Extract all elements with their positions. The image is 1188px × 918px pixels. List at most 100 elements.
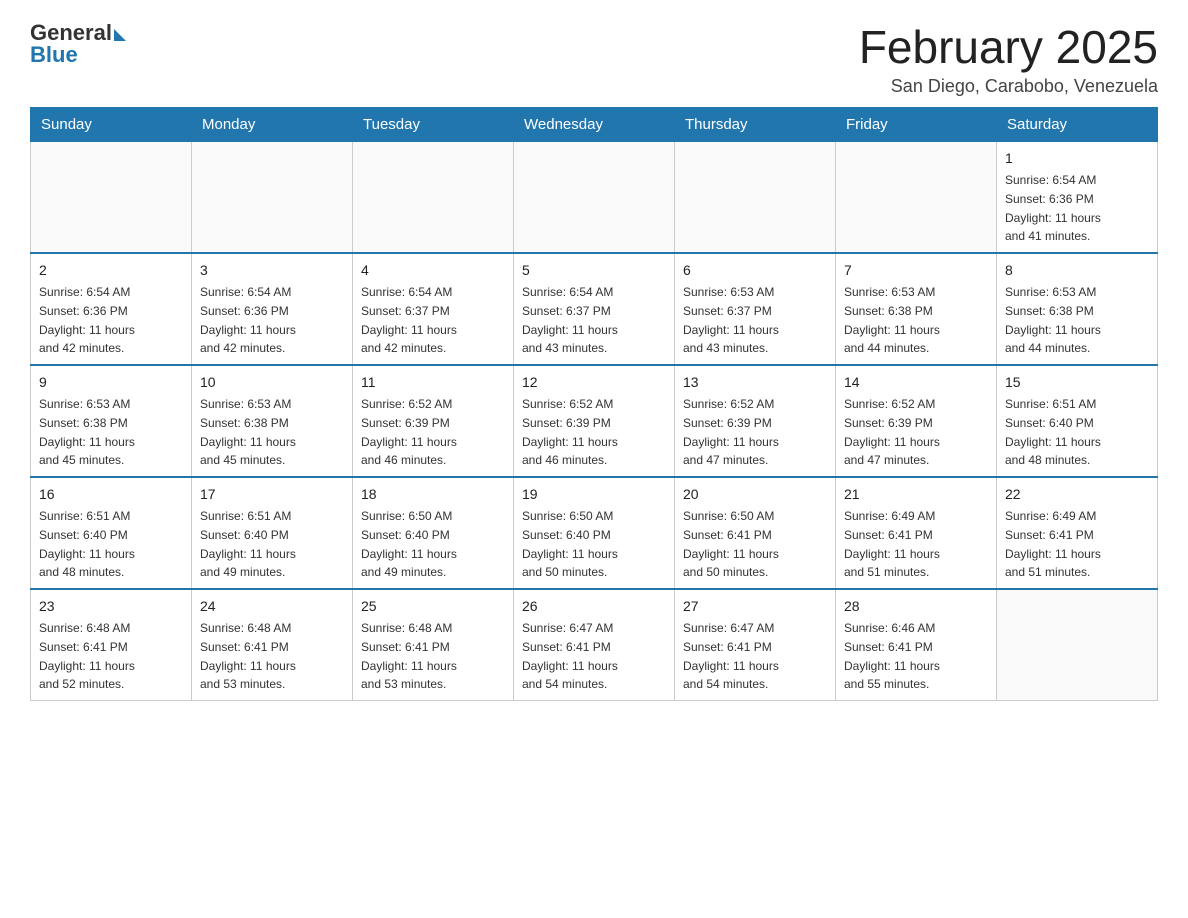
weekday-header-tuesday: Tuesday <box>353 108 514 142</box>
calendar-week-row: 23Sunrise: 6:48 AM Sunset: 6:41 PM Dayli… <box>31 589 1158 701</box>
calendar-day-cell: 15 Sunrise: 6:51 AM Sunset: 6:40 PM Dayli… <box>997 365 1158 477</box>
calendar-week-row: 9Sunrise: 6:53 AM Sunset: 6:38 PM Daylig… <box>31 365 1158 477</box>
calendar-day-cell <box>836 142 997 254</box>
day-number: 20 <box>683 484 827 505</box>
logo: General Blue <box>30 20 126 68</box>
calendar-day-cell: 16 Sunrise: 6:51 AM Sunset: 6:40 PM Dayli… <box>31 477 192 589</box>
calendar-day-cell: 28 Sunrise: 6:46 AM Sunset: 6:41 PM Dayli… <box>836 589 997 701</box>
day-info: Sunrise: 6:47 AM Sunset: 6:41 PM Dayligh… <box>522 621 618 691</box>
day-info: Sunrise: 6:52 AM Sunset: 6:39 PM Dayligh… <box>844 397 940 467</box>
day-number: 28 <box>844 596 988 617</box>
day-info: Sunrise: 6:53 AM Sunset: 6:38 PM Dayligh… <box>200 397 296 467</box>
day-info: Sunrise: 6:54 AM Sunset: 6:37 PM Dayligh… <box>522 285 618 355</box>
day-info: Sunrise: 6:53 AM Sunset: 6:37 PM Dayligh… <box>683 285 779 355</box>
day-number: 7 <box>844 260 988 281</box>
day-number: 15 <box>1005 372 1149 393</box>
calendar-day-cell <box>192 142 353 254</box>
calendar-day-cell: 25 Sunrise: 6:48 AM Sunset: 6:41 PM Dayli… <box>353 589 514 701</box>
calendar-day-cell: 26 Sunrise: 6:47 AM Sunset: 6:41 PM Dayli… <box>514 589 675 701</box>
day-info: Sunrise: 6:48 AM Sunset: 6:41 PM Dayligh… <box>200 621 296 691</box>
calendar-day-cell: 17 Sunrise: 6:51 AM Sunset: 6:40 PM Dayli… <box>192 477 353 589</box>
day-info: Sunrise: 6:54 AM Sunset: 6:36 PM Dayligh… <box>39 285 135 355</box>
calendar-day-cell: 2 Sunrise: 6:54 AM Sunset: 6:36 PM Daylig… <box>31 253 192 365</box>
title-area: February 2025 San Diego, Carabobo, Venez… <box>859 20 1158 97</box>
day-info: Sunrise: 6:51 AM Sunset: 6:40 PM Dayligh… <box>200 509 296 579</box>
calendar-day-cell: 22 Sunrise: 6:49 AM Sunset: 6:41 PM Dayli… <box>997 477 1158 589</box>
day-info: Sunrise: 6:51 AM Sunset: 6:40 PM Dayligh… <box>1005 397 1101 467</box>
day-info: Sunrise: 6:48 AM Sunset: 6:41 PM Dayligh… <box>361 621 457 691</box>
day-number: 11 <box>361 372 505 393</box>
day-number: 22 <box>1005 484 1149 505</box>
calendar-day-cell: 19Sunrise: 6:50 AM Sunset: 6:40 PM Dayli… <box>514 477 675 589</box>
day-number: 24 <box>200 596 344 617</box>
calendar-day-cell: 7 Sunrise: 6:53 AM Sunset: 6:38 PM Daylig… <box>836 253 997 365</box>
day-info: Sunrise: 6:52 AM Sunset: 6:39 PM Dayligh… <box>683 397 779 467</box>
calendar-day-cell: 4 Sunrise: 6:54 AM Sunset: 6:37 PM Daylig… <box>353 253 514 365</box>
calendar-day-cell <box>353 142 514 254</box>
day-number: 27 <box>683 596 827 617</box>
weekday-header-thursday: Thursday <box>675 108 836 142</box>
day-info: Sunrise: 6:46 AM Sunset: 6:41 PM Dayligh… <box>844 621 940 691</box>
day-info: Sunrise: 6:53 AM Sunset: 6:38 PM Dayligh… <box>844 285 940 355</box>
calendar-day-cell: 18 Sunrise: 6:50 AM Sunset: 6:40 PM Dayli… <box>353 477 514 589</box>
calendar-day-cell <box>514 142 675 254</box>
calendar-day-cell: 1Sunrise: 6:54 AM Sunset: 6:36 PM Daylig… <box>997 142 1158 254</box>
calendar-week-row: 2 Sunrise: 6:54 AM Sunset: 6:36 PM Daylig… <box>31 253 1158 365</box>
location-title: San Diego, Carabobo, Venezuela <box>859 76 1158 97</box>
day-number: 12 <box>522 372 666 393</box>
calendar-day-cell: 9Sunrise: 6:53 AM Sunset: 6:38 PM Daylig… <box>31 365 192 477</box>
day-info: Sunrise: 6:50 AM Sunset: 6:41 PM Dayligh… <box>683 509 779 579</box>
day-info: Sunrise: 6:49 AM Sunset: 6:41 PM Dayligh… <box>844 509 940 579</box>
calendar-day-cell <box>675 142 836 254</box>
day-info: Sunrise: 6:54 AM Sunset: 6:36 PM Dayligh… <box>200 285 296 355</box>
day-number: 2 <box>39 260 183 281</box>
calendar-week-row: 16 Sunrise: 6:51 AM Sunset: 6:40 PM Dayli… <box>31 477 1158 589</box>
calendar-day-cell <box>31 142 192 254</box>
day-info: Sunrise: 6:53 AM Sunset: 6:38 PM Dayligh… <box>39 397 135 467</box>
calendar-week-row: 1Sunrise: 6:54 AM Sunset: 6:36 PM Daylig… <box>31 142 1158 254</box>
day-number: 26 <box>522 596 666 617</box>
day-info: Sunrise: 6:47 AM Sunset: 6:41 PM Dayligh… <box>683 621 779 691</box>
calendar-day-cell: 3 Sunrise: 6:54 AM Sunset: 6:36 PM Daylig… <box>192 253 353 365</box>
day-number: 6 <box>683 260 827 281</box>
day-info: Sunrise: 6:51 AM Sunset: 6:40 PM Dayligh… <box>39 509 135 579</box>
day-number: 18 <box>361 484 505 505</box>
day-number: 13 <box>683 372 827 393</box>
weekday-header-saturday: Saturday <box>997 108 1158 142</box>
calendar-day-cell: 8 Sunrise: 6:53 AM Sunset: 6:38 PM Daylig… <box>997 253 1158 365</box>
day-info: Sunrise: 6:52 AM Sunset: 6:39 PM Dayligh… <box>522 397 618 467</box>
day-number: 8 <box>1005 260 1149 281</box>
day-number: 17 <box>200 484 344 505</box>
day-info: Sunrise: 6:49 AM Sunset: 6:41 PM Dayligh… <box>1005 509 1101 579</box>
calendar-table: SundayMondayTuesdayWednesdayThursdayFrid… <box>30 107 1158 701</box>
weekday-header-sunday: Sunday <box>31 108 192 142</box>
calendar-day-cell: 6 Sunrise: 6:53 AM Sunset: 6:37 PM Daylig… <box>675 253 836 365</box>
day-number: 3 <box>200 260 344 281</box>
day-info: Sunrise: 6:53 AM Sunset: 6:38 PM Dayligh… <box>1005 285 1101 355</box>
calendar-day-cell: 11 Sunrise: 6:52 AM Sunset: 6:39 PM Dayli… <box>353 365 514 477</box>
logo-arrow-icon <box>114 29 126 41</box>
calendar-day-cell: 10Sunrise: 6:53 AM Sunset: 6:38 PM Dayli… <box>192 365 353 477</box>
day-number: 4 <box>361 260 505 281</box>
calendar-day-cell: 13 Sunrise: 6:52 AM Sunset: 6:39 PM Dayli… <box>675 365 836 477</box>
day-number: 25 <box>361 596 505 617</box>
weekday-header-wednesday: Wednesday <box>514 108 675 142</box>
calendar-day-cell: 27 Sunrise: 6:47 AM Sunset: 6:41 PM Dayli… <box>675 589 836 701</box>
calendar-day-cell: 14Sunrise: 6:52 AM Sunset: 6:39 PM Dayli… <box>836 365 997 477</box>
day-info: Sunrise: 6:52 AM Sunset: 6:39 PM Dayligh… <box>361 397 457 467</box>
day-number: 21 <box>844 484 988 505</box>
day-number: 5 <box>522 260 666 281</box>
day-number: 16 <box>39 484 183 505</box>
calendar-day-cell: 20 Sunrise: 6:50 AM Sunset: 6:41 PM Dayli… <box>675 477 836 589</box>
day-info: Sunrise: 6:54 AM Sunset: 6:36 PM Dayligh… <box>1005 173 1101 243</box>
day-info: Sunrise: 6:50 AM Sunset: 6:40 PM Dayligh… <box>522 509 618 579</box>
day-info: Sunrise: 6:50 AM Sunset: 6:40 PM Dayligh… <box>361 509 457 579</box>
day-info: Sunrise: 6:48 AM Sunset: 6:41 PM Dayligh… <box>39 621 135 691</box>
day-info: Sunrise: 6:54 AM Sunset: 6:37 PM Dayligh… <box>361 285 457 355</box>
calendar-day-cell: 5 Sunrise: 6:54 AM Sunset: 6:37 PM Daylig… <box>514 253 675 365</box>
weekday-header-row: SundayMondayTuesdayWednesdayThursdayFrid… <box>31 108 1158 142</box>
calendar-day-cell <box>997 589 1158 701</box>
calendar-day-cell: 24 Sunrise: 6:48 AM Sunset: 6:41 PM Dayli… <box>192 589 353 701</box>
weekday-header-friday: Friday <box>836 108 997 142</box>
logo-blue-text: Blue <box>30 42 78 68</box>
